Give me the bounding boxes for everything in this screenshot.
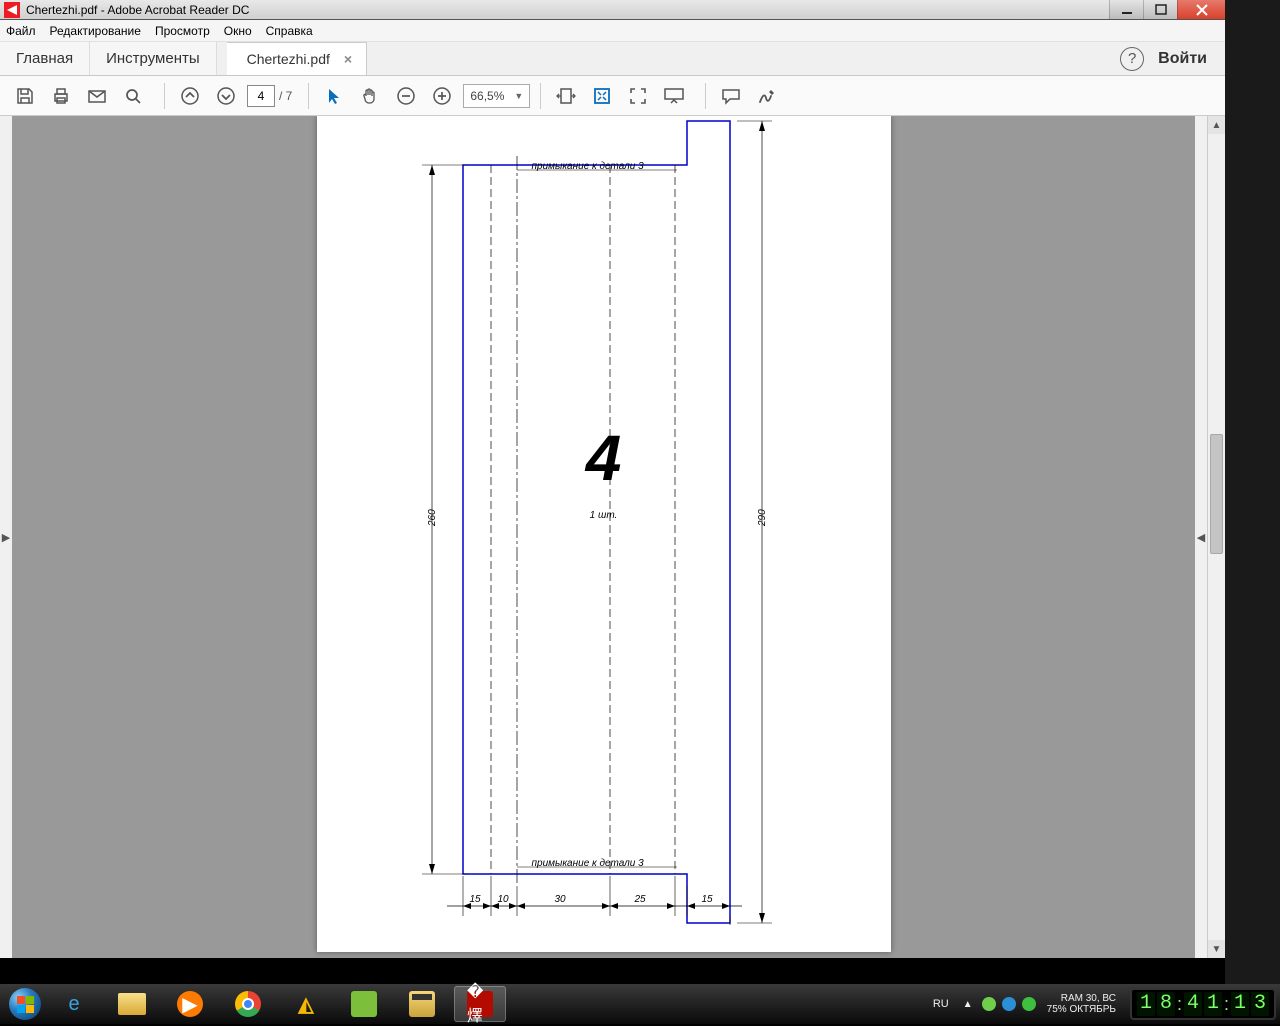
selection-tool-icon[interactable] [319, 81, 349, 111]
chevron-down-icon: ▼ [514, 91, 523, 101]
system-tray: RU ▲ [925, 997, 1039, 1011]
task-explorer[interactable] [106, 986, 158, 1022]
dim-d2: 10 [498, 894, 509, 905]
note-top: примыкание к детали 3 [532, 161, 644, 172]
zoom-out-icon[interactable] [391, 81, 421, 111]
menu-window[interactable]: Окно [224, 24, 252, 38]
menu-bar: Файл Редактирование Просмотр Окно Справк… [0, 20, 1225, 42]
left-panel-handle[interactable]: ▶ [0, 116, 12, 958]
task-aimp[interactable]: ◭ [280, 986, 332, 1022]
login-button[interactable]: Войти [1158, 50, 1207, 68]
task-adobe-reader[interactable]: �燡 [454, 986, 506, 1022]
pdf-page: 4 1 шт. примыкание к детали 3 примыкание… [317, 116, 891, 952]
window-minimize-button[interactable] [1109, 0, 1143, 19]
document-area: ▶ [0, 116, 1225, 958]
fullscreen-icon[interactable] [623, 81, 653, 111]
task-ie[interactable]: e [48, 986, 100, 1022]
scroll-up-button[interactable]: ▲ [1208, 116, 1225, 134]
comment-icon[interactable] [716, 81, 746, 111]
tab-row: Главная Инструменты Chertezhi.pdf × ? Во… [0, 42, 1225, 76]
sysinfo-line2: 75% ОКТЯБРЬ [1047, 1004, 1116, 1015]
window-close-button[interactable] [1177, 0, 1225, 19]
help-button[interactable]: ? [1120, 47, 1144, 71]
fit-width-icon[interactable] [551, 81, 581, 111]
task-app1[interactable] [338, 986, 390, 1022]
task-app2[interactable] [396, 986, 448, 1022]
tray-icon-2[interactable] [1002, 997, 1016, 1011]
note-bottom: примыкание к детали 3 [532, 858, 644, 869]
page-number-input[interactable]: 4 [247, 85, 275, 107]
menu-edit[interactable]: Редактирование [50, 24, 141, 38]
tab-home[interactable]: Главная [0, 42, 90, 75]
sysinfo-line1: RAM 30, ВС [1047, 993, 1116, 1004]
task-chrome[interactable] [222, 986, 274, 1022]
dim-d3: 30 [555, 894, 566, 905]
search-icon[interactable] [118, 81, 148, 111]
zoom-select[interactable]: 66,5% ▼ [463, 84, 530, 108]
menu-help[interactable]: Справка [266, 24, 313, 38]
hand-tool-icon[interactable] [355, 81, 385, 111]
language-indicator[interactable]: RU [925, 998, 957, 1010]
system-info: RAM 30, ВС 75% ОКТЯБРЬ [1039, 993, 1124, 1015]
mail-icon[interactable] [82, 81, 112, 111]
right-panel-handle[interactable]: ◀ [1195, 116, 1207, 958]
dim-height-right: 290 [757, 509, 768, 526]
sign-icon[interactable] [752, 81, 782, 111]
fit-page-icon[interactable] [587, 81, 617, 111]
save-icon[interactable] [10, 81, 40, 111]
zoom-value: 66,5% [470, 89, 504, 103]
dim-d1: 15 [470, 894, 481, 905]
dim-height-left: 260 [427, 509, 438, 526]
clock-widget[interactable]: 18:41:13 [1130, 988, 1276, 1020]
adobe-reader-icon [4, 2, 20, 18]
start-button[interactable] [2, 986, 48, 1022]
taskbar: e ▶ ◭ �燡 RU ▲ RAM 30, ВС 75% ОКТЯБРЬ 18:… [0, 984, 1280, 1024]
tab-tools[interactable]: Инструменты [90, 42, 217, 75]
vertical-scrollbar[interactable]: ▲ ▼ [1207, 116, 1225, 958]
scroll-down-button[interactable]: ▼ [1208, 940, 1225, 958]
page-up-icon[interactable] [175, 81, 205, 111]
zoom-in-icon[interactable] [427, 81, 457, 111]
tab-document-label: Chertezhi.pdf [247, 51, 330, 67]
toolbar: 4 / 7 66,5% ▼ [0, 76, 1225, 116]
page-total-label: / 7 [279, 89, 292, 103]
page-canvas[interactable]: 4 1 шт. примыкание к детали 3 примыкание… [12, 116, 1195, 958]
print-icon[interactable] [46, 81, 76, 111]
tray-overflow-icon[interactable]: ▲ [957, 999, 979, 1010]
page-down-icon[interactable] [211, 81, 241, 111]
tray-icon-3[interactable] [1022, 997, 1036, 1011]
task-media[interactable]: ▶ [164, 986, 216, 1022]
window-maximize-button[interactable] [1143, 0, 1177, 19]
tab-document[interactable]: Chertezhi.pdf × [227, 42, 367, 75]
titlebar: Chertezhi.pdf - Adobe Acrobat Reader DC [0, 0, 1225, 20]
menu-file[interactable]: Файл [6, 24, 36, 38]
scroll-thumb[interactable] [1210, 434, 1223, 554]
window-title: Chertezhi.pdf - Adobe Acrobat Reader DC [26, 3, 249, 17]
part-number: 4 [317, 421, 891, 495]
read-mode-icon[interactable] [659, 81, 689, 111]
tab-close-button[interactable]: × [344, 51, 352, 67]
tray-icon-1[interactable] [982, 997, 996, 1011]
menu-view[interactable]: Просмотр [155, 24, 210, 38]
dim-d4: 25 [635, 894, 646, 905]
part-quantity: 1 шт. [317, 510, 891, 521]
dim-d5: 15 [702, 894, 713, 905]
